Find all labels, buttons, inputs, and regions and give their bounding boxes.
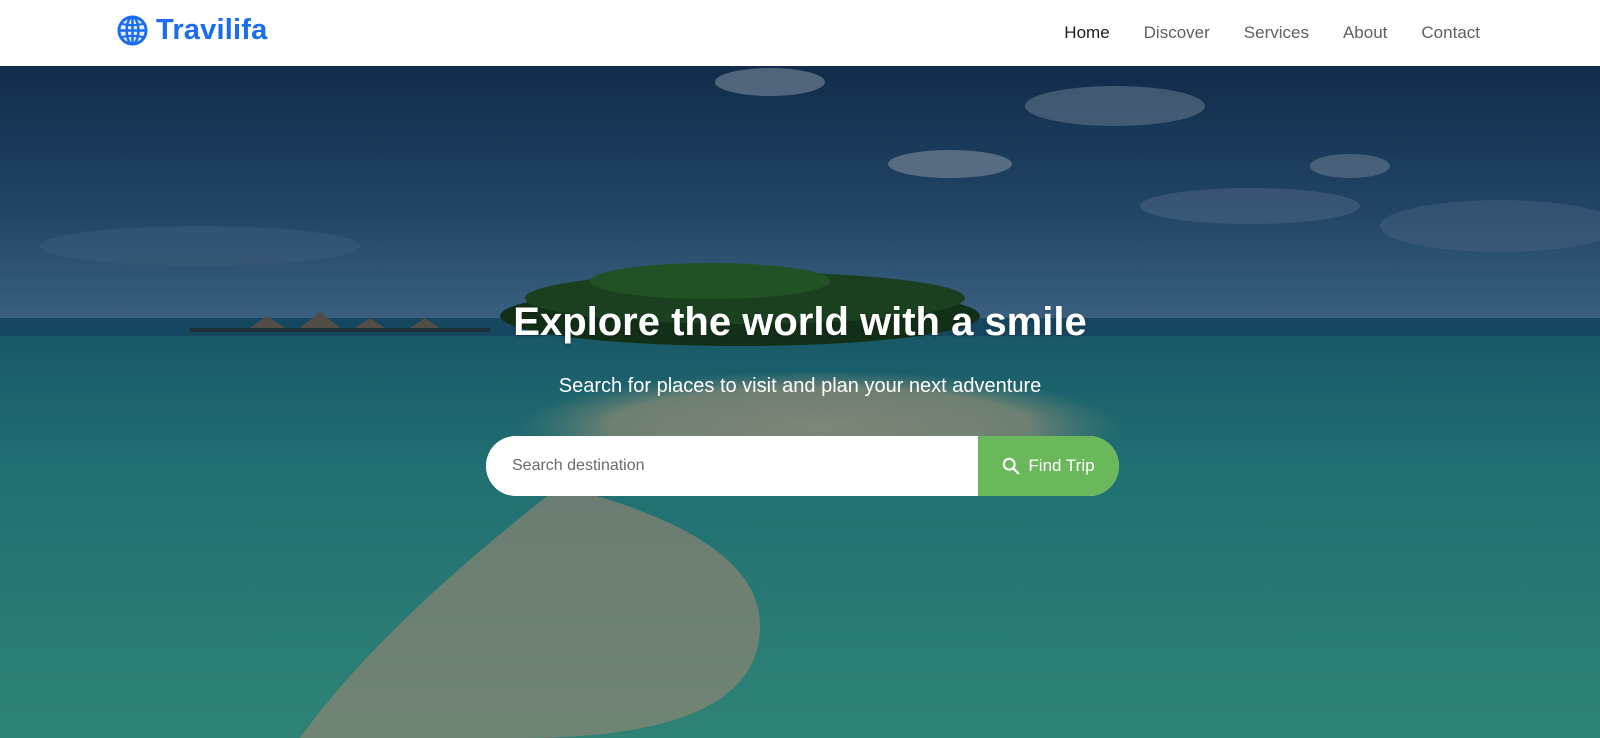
find-trip-button[interactable]: Find Trip: [978, 436, 1119, 496]
find-trip-label: Find Trip: [1028, 456, 1095, 475]
nav-link-about[interactable]: About: [1343, 23, 1387, 42]
top-navbar: Travilifa Home Discover Services About C…: [0, 0, 1600, 66]
brand-logo-link[interactable]: Travilifa: [117, 14, 267, 47]
hero-section: Explore the world with a smile Search fo…: [0, 66, 1600, 738]
destination-search-input[interactable]: [486, 436, 978, 496]
hero-subtitle: Search for places to visit and plan your…: [558, 375, 1042, 397]
globe-icon: [117, 15, 148, 46]
brand-name: Travilifa: [156, 14, 268, 46]
nav-item-services: Services: [1244, 23, 1309, 43]
hero-title: Explore the world with a smile: [513, 300, 1087, 344]
nav-item-about: About: [1343, 23, 1387, 43]
nav-item-contact: Contact: [1421, 23, 1480, 43]
nav-link-services[interactable]: Services: [1244, 23, 1309, 42]
nav-link-discover[interactable]: Discover: [1144, 23, 1210, 42]
nav-link-home[interactable]: Home: [1064, 23, 1109, 42]
nav-link-contact[interactable]: Contact: [1421, 23, 1480, 42]
hero-content: Explore the world with a smile Search fo…: [0, 66, 1600, 738]
destination-search-form: Find Trip: [486, 436, 1119, 496]
search-icon: [1002, 457, 1020, 475]
main-nav: Home Discover Services About Contact: [1064, 0, 1480, 66]
nav-item-discover: Discover: [1144, 23, 1210, 43]
nav-item-home: Home: [1064, 23, 1109, 43]
